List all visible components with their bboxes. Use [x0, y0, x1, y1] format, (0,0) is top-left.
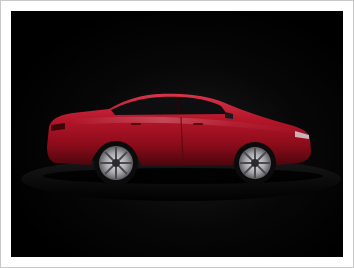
- front-wheel: [234, 142, 276, 184]
- car-photo: [11, 11, 343, 257]
- car-shadow: [43, 168, 323, 184]
- rear-wheel: [94, 141, 138, 185]
- rear-door-handle: [131, 123, 141, 125]
- front-door-handle: [193, 123, 203, 125]
- car-illustration: [11, 11, 343, 257]
- image-frame: [0, 0, 354, 268]
